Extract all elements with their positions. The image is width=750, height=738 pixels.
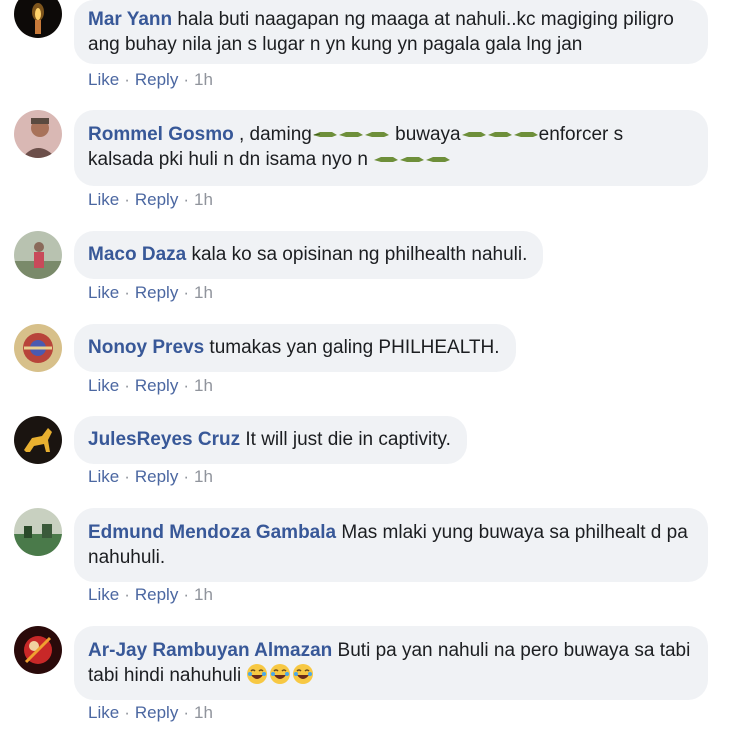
comment-timestamp[interactable]: 1h bbox=[194, 467, 213, 486]
landscape-avatar-icon[interactable] bbox=[14, 508, 62, 556]
comment-timestamp[interactable]: 1h bbox=[194, 585, 213, 604]
comment-author[interactable]: Maco Daza bbox=[88, 244, 186, 265]
laughing-emoji-icon bbox=[246, 664, 315, 686]
separator-dot: · bbox=[124, 376, 130, 395]
comment-bubble: Maco Daza kala ko sa opisinan ng philhea… bbox=[74, 231, 544, 279]
separator-dot: · bbox=[183, 703, 189, 722]
gold-horse-avatar-icon[interactable] bbox=[14, 416, 62, 464]
red-graphic-avatar-icon[interactable] bbox=[14, 626, 62, 674]
separator-dot: · bbox=[124, 283, 130, 302]
like-button[interactable]: Like bbox=[88, 283, 119, 302]
comment-timestamp[interactable]: 1h bbox=[194, 70, 213, 89]
reply-button[interactable]: Reply bbox=[135, 70, 178, 89]
comment-actions: Like · Reply · 1h bbox=[88, 585, 213, 605]
reply-button[interactable]: Reply bbox=[135, 585, 178, 604]
separator-dot: · bbox=[183, 585, 189, 604]
separator-dot: · bbox=[183, 70, 189, 89]
crocodile-emoji-icon bbox=[461, 124, 539, 145]
like-button[interactable]: Like bbox=[88, 703, 119, 722]
comment-timestamp[interactable]: 1h bbox=[194, 376, 213, 395]
comment-actions: Like · Reply · 1h bbox=[88, 283, 213, 303]
comment-author[interactable]: Mar Yann bbox=[88, 9, 172, 30]
comment-author[interactable]: Edmund Mendoza Gambala bbox=[88, 522, 336, 543]
comment-author[interactable]: Nonoy Prevs bbox=[88, 337, 204, 358]
comment-bubble: Mar Yann hala buti naagapan ng maaga at … bbox=[74, 0, 708, 64]
like-button[interactable]: Like bbox=[88, 585, 119, 604]
comment-text: It will just die in captivity. bbox=[240, 429, 451, 450]
comment-bubble: Rommel Gosmo , daming buwaya enforcer s k… bbox=[74, 110, 708, 186]
separator-dot: · bbox=[124, 70, 130, 89]
separator-dot: · bbox=[183, 283, 189, 302]
comment-timestamp[interactable]: 1h bbox=[194, 703, 213, 722]
crocodile-emoji-icon bbox=[312, 124, 390, 145]
comment-author[interactable]: Ar-Jay Rambuyan Almazan bbox=[88, 640, 332, 661]
comment-actions: Like · Reply · 1h bbox=[88, 376, 213, 396]
comment-actions: Like · Reply · 1h bbox=[88, 467, 213, 487]
separator-dot: · bbox=[124, 190, 130, 209]
comment-actions: Like · Reply · 1h bbox=[88, 703, 213, 723]
separator-dot: · bbox=[183, 190, 189, 209]
comment-text: , daming bbox=[233, 124, 312, 145]
comment-bubble: Edmund Mendoza Gambala Mas mlaki yung bu… bbox=[74, 508, 708, 582]
reply-button[interactable]: Reply bbox=[135, 467, 178, 486]
emblem-avatar-icon[interactable] bbox=[14, 324, 62, 372]
reply-button[interactable]: Reply bbox=[135, 283, 178, 302]
comment-text: tumakas yan galing PHILHEALTH. bbox=[204, 337, 500, 358]
separator-dot: · bbox=[183, 467, 189, 486]
comment-text: kala ko sa opisinan ng philhealth nahuli… bbox=[186, 244, 528, 265]
comment-bubble: Nonoy Prevs tumakas yan galing PHILHEALT… bbox=[74, 324, 516, 372]
comment-timestamp[interactable]: 1h bbox=[194, 190, 213, 209]
crocodile-emoji-icon bbox=[373, 149, 451, 170]
comment-text: hala buti naagapan ng maaga at nahuli..k… bbox=[88, 9, 674, 55]
like-button[interactable]: Like bbox=[88, 467, 119, 486]
comment-text: buwaya bbox=[389, 124, 461, 145]
comment-actions: Like · Reply · 1h bbox=[88, 190, 213, 210]
reply-button[interactable]: Reply bbox=[135, 703, 178, 722]
comment-author[interactable]: Rommel Gosmo bbox=[88, 124, 234, 145]
person-avatar-icon[interactable] bbox=[14, 110, 62, 158]
like-button[interactable]: Like bbox=[88, 190, 119, 209]
comment-bubble: JulesReyes Cruz It will just die in capt… bbox=[74, 416, 467, 464]
separator-dot: · bbox=[124, 467, 130, 486]
reply-button[interactable]: Reply bbox=[135, 190, 178, 209]
comment-bubble: Ar-Jay Rambuyan Almazan Buti pa yan nahu… bbox=[74, 626, 708, 700]
comment-author[interactable]: JulesReyes Cruz bbox=[88, 429, 240, 450]
like-button[interactable]: Like bbox=[88, 70, 119, 89]
comment-actions: Like · Reply · 1h bbox=[88, 70, 213, 90]
separator-dot: · bbox=[183, 376, 189, 395]
comment-timestamp[interactable]: 1h bbox=[194, 283, 213, 302]
reply-button[interactable]: Reply bbox=[135, 376, 178, 395]
like-button[interactable]: Like bbox=[88, 376, 119, 395]
person-outdoor-avatar-icon[interactable] bbox=[14, 231, 62, 279]
separator-dot: · bbox=[124, 585, 130, 604]
candle-avatar-icon[interactable] bbox=[14, 0, 62, 38]
separator-dot: · bbox=[124, 703, 130, 722]
